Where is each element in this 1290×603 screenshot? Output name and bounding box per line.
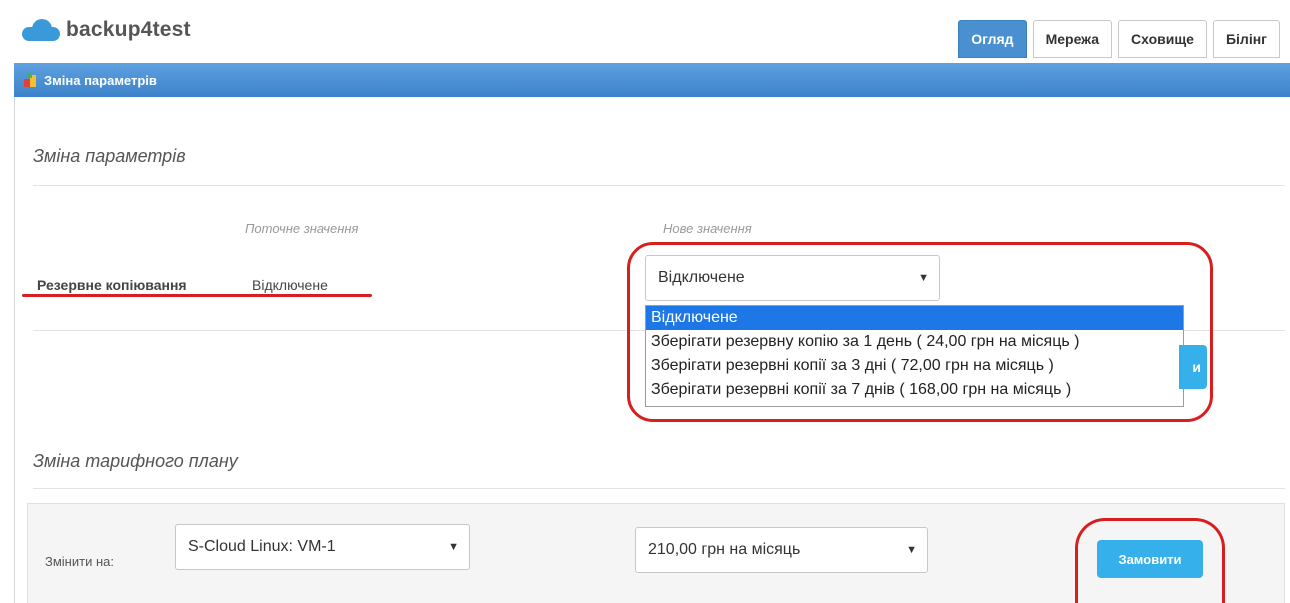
- change-to-label: Змінити на:: [45, 554, 114, 569]
- annotation-underline: [22, 294, 372, 297]
- plan-select[interactable]: S-Cloud Linux: VM-1 ▼: [175, 524, 470, 570]
- cloud-icon: [22, 19, 60, 41]
- current-value-header: Поточне значення: [245, 221, 359, 236]
- annotation-circle: [627, 242, 1213, 422]
- annotation-circle: [1075, 518, 1225, 603]
- tab-overview[interactable]: Огляд: [958, 20, 1027, 58]
- tab-network[interactable]: Мережа: [1032, 20, 1113, 58]
- top-bar: backup4test Огляд Мережа Сховище Білінг: [0, 0, 1290, 62]
- divider: [33, 488, 1285, 489]
- blocks-icon: [24, 73, 38, 87]
- logo[interactable]: backup4test: [22, 18, 191, 42]
- chevron-down-icon: ▼: [906, 544, 917, 556]
- price-select-value: 210,00 грн на місяць: [648, 541, 801, 558]
- panel-title: Зміна параметрів: [44, 72, 157, 88]
- nav-tabs: Огляд Мережа Сховище Білінг: [958, 20, 1280, 58]
- chevron-down-icon: ▼: [448, 541, 459, 553]
- plan-heading: Зміна тарифного плану: [33, 451, 238, 471]
- tab-billing[interactable]: Білінг: [1212, 20, 1280, 58]
- price-select[interactable]: 210,00 грн на місяць ▼: [635, 527, 928, 573]
- params-heading: Зміна параметрів: [33, 146, 186, 166]
- new-value-header: Нове значення: [663, 221, 752, 236]
- app-name: backup4test: [66, 18, 191, 41]
- tab-storage[interactable]: Сховище: [1118, 20, 1207, 58]
- content-area: Зміна параметрів Поточне значення Нове з…: [14, 97, 1290, 603]
- divider: [33, 185, 1285, 186]
- plan-select-value: S-Cloud Linux: VM-1: [188, 538, 336, 555]
- backup-label: Резервне копіювання: [37, 277, 187, 293]
- backup-current-value: Відключене: [252, 277, 328, 293]
- panel-header: Зміна параметрів: [14, 63, 1290, 97]
